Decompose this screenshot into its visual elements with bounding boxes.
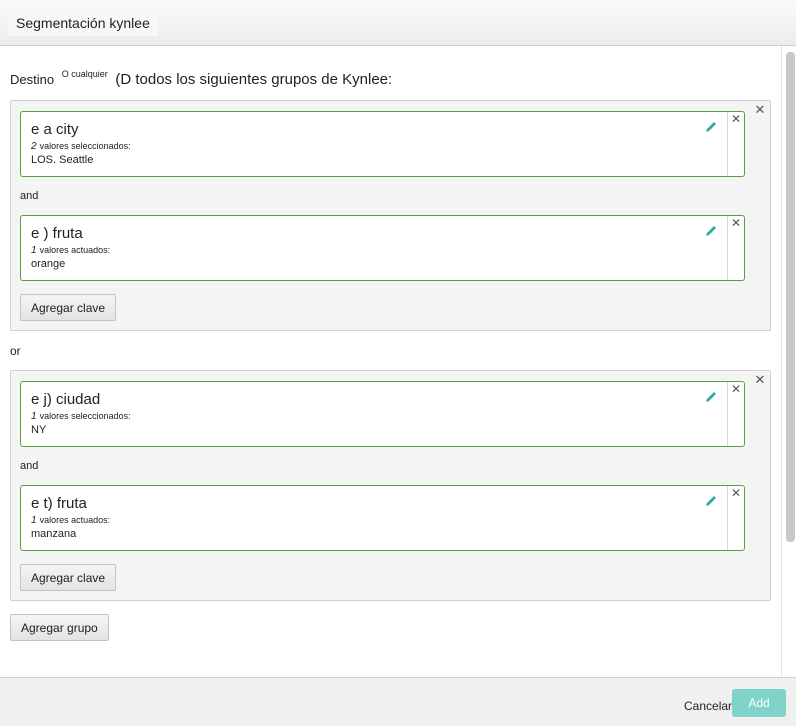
- and-label: and: [20, 190, 39, 202]
- pencil-icon[interactable]: [704, 120, 718, 134]
- or-label: or: [10, 344, 21, 358]
- count-number: 2: [31, 141, 37, 152]
- key-card: e t) fruta 1 valores actuados: manzana ✕: [20, 485, 745, 551]
- key-values: LOS. Seattle: [31, 154, 94, 166]
- group-1: ✕ e a city 2 valores seleccionados: LOS. …: [10, 100, 771, 331]
- close-icon[interactable]: ✕: [753, 102, 767, 118]
- close-icon[interactable]: ✕: [730, 112, 742, 126]
- key-values: NY: [31, 424, 47, 436]
- group-2: ✕ e j) ciudad 1 valores seleccionados: NY…: [10, 370, 771, 601]
- divider: [727, 486, 728, 550]
- dialog-title: Segmentación kynlee: [8, 12, 158, 36]
- close-icon[interactable]: ✕: [753, 372, 767, 388]
- target-line: Destino O cualquier (D todos los siguien…: [10, 69, 392, 88]
- key-card: e ) fruta 1 valores actuados: orange ✕: [20, 215, 745, 281]
- scrollbar-thumb[interactable]: [786, 52, 795, 542]
- pencil-icon[interactable]: [704, 390, 718, 404]
- count-label: valores actuados:: [39, 515, 111, 525]
- key-name: e a city: [31, 121, 79, 138]
- pencil-icon[interactable]: [704, 224, 718, 238]
- key-values: orange: [31, 258, 66, 270]
- dialog-header: Segmentación kynlee: [0, 0, 796, 46]
- key-values: manzana: [31, 528, 77, 540]
- destino-label: Destino: [10, 72, 55, 87]
- any-option[interactable]: O cualquier: [62, 69, 108, 79]
- count-label: valores seleccionados:: [39, 411, 131, 421]
- count-label: valores actuados:: [39, 245, 111, 255]
- key-count: 1 valores actuados:: [31, 515, 110, 526]
- key-count: 1 valores actuados:: [31, 245, 110, 256]
- key-count: 2 valores seleccionados:: [31, 141, 131, 152]
- key-name: e j) ciudad: [31, 391, 101, 408]
- and-label: and: [20, 460, 39, 472]
- count-label: valores seleccionados:: [39, 141, 131, 151]
- count-number: 1: [31, 515, 37, 526]
- add-key-button[interactable]: Agregar clave: [20, 564, 117, 591]
- key-card: e a city 2 valores seleccionados: LOS. Se…: [20, 111, 745, 177]
- divider: [727, 216, 728, 280]
- key-count: 1 valores seleccionados:: [31, 411, 131, 422]
- divider: [727, 382, 728, 446]
- scrollbar[interactable]: [781, 46, 796, 678]
- all-groups-text[interactable]: (D todos los siguientes grupos de Kynlee…: [115, 71, 392, 88]
- close-icon[interactable]: ✕: [730, 216, 742, 230]
- dialog-footer: Cancelar Add: [0, 677, 796, 726]
- key-card: e j) ciudad 1 valores seleccionados: NY ✕: [20, 381, 745, 447]
- add-key-button[interactable]: Agregar clave: [20, 294, 117, 321]
- close-icon[interactable]: ✕: [730, 382, 742, 396]
- cancel-button[interactable]: Cancelar: [684, 699, 732, 713]
- pencil-icon[interactable]: [704, 494, 718, 508]
- add-group-button[interactable]: Agregar grupo: [10, 614, 109, 641]
- count-number: 1: [31, 411, 37, 422]
- divider: [727, 112, 728, 176]
- key-name: e t) fruta: [31, 495, 87, 512]
- count-number: 1: [31, 245, 37, 256]
- key-name: e ) fruta: [31, 225, 83, 242]
- add-button[interactable]: Add: [732, 689, 786, 717]
- close-icon[interactable]: ✕: [730, 486, 742, 500]
